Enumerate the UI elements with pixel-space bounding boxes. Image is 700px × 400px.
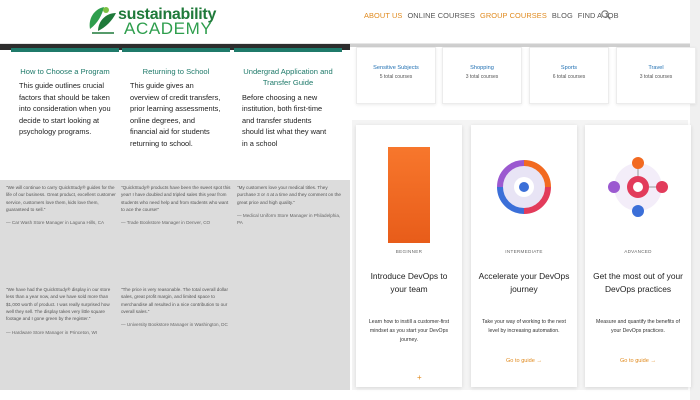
page: sustainability ACADEMY ABOUT US ONLINE C…	[0, 0, 700, 400]
category-sensitive-subjects[interactable]: Sensitive Subjects 5 total courses	[356, 47, 436, 104]
site-header: sustainability ACADEMY ABOUT US ONLINE C…	[0, 0, 700, 44]
leaf-logo-icon	[89, 7, 116, 34]
guide-card-choose-program[interactable]: How to Choose a Program This guide outli…	[11, 48, 119, 180]
devops-advanced-illustration-icon	[608, 157, 668, 217]
course-title: Introduce DevOps to your team	[370, 271, 448, 295]
go-to-guide-link[interactable]: Go to guide →	[471, 358, 577, 364]
category-travel[interactable]: Travel 3 total courses	[616, 47, 696, 104]
course-description: Take your way of working to the next lev…	[482, 319, 566, 334]
testimonial-text: "We have had the QuickStudy® display in …	[6, 287, 111, 322]
course-title: Get the most out of your DevOps practice…	[593, 271, 683, 295]
site-logo[interactable]: sustainability ACADEMY	[84, 3, 234, 39]
testimonial-text: "QuickStudy® products have been the swee…	[121, 185, 231, 213]
category-title: Shopping	[470, 65, 494, 71]
testimonial-source: — Trade Bookstore Manager in Denver, CO	[121, 220, 211, 226]
category-title: Sports	[560, 65, 578, 71]
course-level: INTERMEDIATE	[505, 249, 543, 254]
nav-online-courses[interactable]: ONLINE COURSES	[407, 11, 475, 20]
category-count: 3 total courses	[465, 74, 499, 80]
category-title: Travel	[648, 65, 664, 71]
testimonial: "QuickStudy® products have been the swee…	[121, 184, 231, 227]
testimonial-text: "My customers love your medical titles. …	[237, 185, 341, 205]
testimonial: "We will continue to carry QuickStudy® g…	[6, 184, 116, 227]
devops-intermediate-illustration-icon	[497, 160, 551, 214]
guide-title: How to Choose a Program	[20, 67, 110, 76]
go-to-guide-link[interactable]: Go to guide →	[585, 358, 691, 364]
main-nav: ABOUT US ONLINE COURSES GROUP COURSES BL…	[364, 11, 619, 20]
search-icon[interactable]	[600, 9, 612, 21]
guide-body: This guide gives an overview of credit t…	[130, 81, 221, 148]
nav-group-courses[interactable]: GROUP COURSES	[480, 11, 547, 20]
testimonial: "The price is very reasonable. The total…	[121, 286, 231, 329]
testimonial: "My customers love your medical titles. …	[237, 184, 347, 227]
testimonial: "We have had the QuickStudy® display in …	[6, 286, 116, 336]
testimonial-source: — Car Wash Store Manager in Laguna Hills…	[6, 220, 105, 226]
category-count: 3 total courses	[639, 74, 673, 80]
category-title: Sensitive Subjects	[373, 65, 419, 71]
nav-find-a-job[interactable]: FIND A JOB	[578, 11, 619, 20]
category-count: 5 total courses	[379, 74, 413, 80]
guide-title: Returning to School	[142, 67, 210, 76]
course-card-advanced[interactable]: ADVANCED Get the most out of your DevOps…	[585, 125, 691, 387]
devops-beginner-illustration-icon	[388, 147, 430, 243]
course-title: Accelerate your DevOps journey	[478, 271, 570, 295]
category-shopping[interactable]: Shopping 3 total courses	[442, 47, 522, 104]
testimonial-text: "The price is very reasonable. The total…	[121, 287, 228, 315]
course-description: Learn how to instill a customer-first mi…	[368, 319, 450, 343]
guide-title: Undergrad Application and Transfer Guide	[243, 67, 333, 88]
nav-about-us[interactable]: ABOUT US	[364, 11, 402, 20]
testimonial-text: "We will continue to carry QuickStudy® g…	[6, 185, 116, 213]
plus-icon[interactable]: +	[417, 373, 422, 382]
course-level: BEGINNER	[395, 249, 423, 254]
guide-card-returning-to-school[interactable]: Returning to School This guide gives an …	[122, 48, 230, 180]
course-card-beginner[interactable]: BEGINNER Introduce DevOps to your team L…	[356, 125, 462, 387]
nav-blog[interactable]: BLOG	[552, 11, 573, 20]
testimonial-source: — Hardware Store Manager in Princeton, W…	[6, 329, 98, 335]
testimonials-section: "We will continue to carry QuickStudy® g…	[0, 180, 350, 390]
course-card-intermediate[interactable]: INTERMEDIATE Accelerate your DevOps jour…	[471, 125, 577, 387]
testimonial-source: — University Bookstore Manager in Washin…	[121, 322, 228, 328]
course-description: Measure and quantify the benefits of you…	[596, 319, 680, 334]
guide-card-transfer-guide[interactable]: Undergrad Application and Transfer Guide…	[234, 48, 342, 180]
course-level: ADVANCED	[624, 249, 652, 254]
testimonial-source: — Medical Uniform Store Manager in Phila…	[237, 213, 341, 226]
category-count: 6 total courses	[552, 74, 586, 80]
guide-body: This guide outlines crucial factors that…	[19, 81, 111, 137]
category-sports[interactable]: Sports 6 total courses	[529, 47, 609, 104]
guide-body: Before choosing a new institution, both …	[242, 92, 327, 148]
logo-text-bottom: ACADEMY	[124, 19, 213, 38]
